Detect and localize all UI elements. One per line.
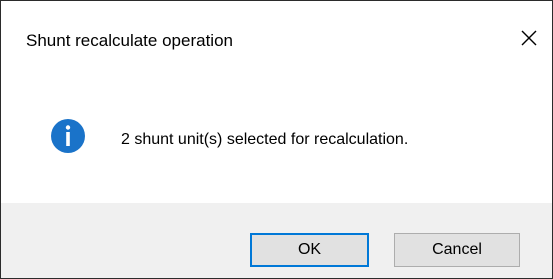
button-bar: OK Cancel bbox=[1, 203, 552, 278]
close-button[interactable] bbox=[514, 23, 544, 53]
ok-button[interactable]: OK bbox=[250, 233, 369, 267]
close-icon bbox=[521, 30, 537, 46]
dialog-title: Shunt recalculate operation bbox=[26, 31, 233, 50]
title-bar: Shunt recalculate operation bbox=[1, 1, 552, 81]
message-dialog: Shunt recalculate operation 2 shunt unit… bbox=[0, 0, 553, 279]
dialog-body: 2 shunt unit(s) selected for recalculati… bbox=[1, 81, 552, 203]
cancel-button[interactable]: Cancel bbox=[394, 233, 520, 267]
info-icon bbox=[51, 119, 85, 153]
dialog-message: 2 shunt unit(s) selected for recalculati… bbox=[121, 131, 409, 148]
